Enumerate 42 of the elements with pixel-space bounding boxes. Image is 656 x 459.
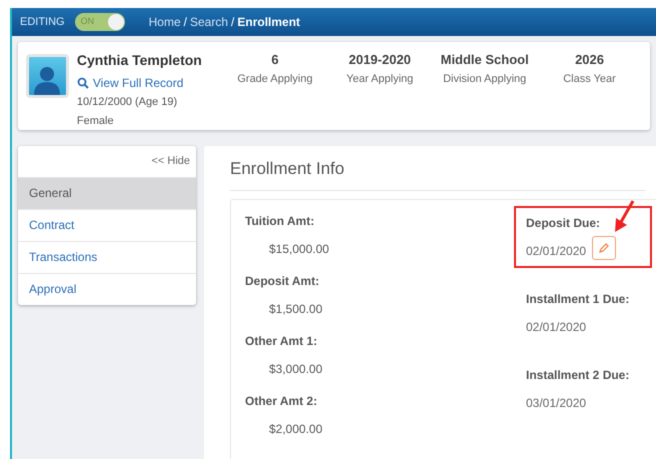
sidebar-item[interactable]: General bbox=[18, 176, 196, 208]
field-label: Tuition Amt: bbox=[245, 212, 316, 230]
field-label: Other Amt 1: bbox=[245, 332, 318, 350]
stat-label: Class Year bbox=[563, 72, 616, 86]
field-value: $1,500.00 bbox=[268, 300, 324, 318]
avatar-icon bbox=[26, 54, 69, 98]
search-icon bbox=[76, 77, 89, 89]
breadcrumb-current: Enrollment bbox=[237, 14, 300, 31]
view-record-link[interactable]: View Full Record bbox=[76, 74, 223, 92]
field-label: Deposit Due: bbox=[526, 214, 600, 232]
stat-value: 6 bbox=[271, 51, 279, 69]
sidebar-item[interactable]: Approval bbox=[18, 272, 196, 304]
mode-label: EDITING bbox=[20, 14, 65, 30]
stat-label: Division Applying bbox=[443, 72, 526, 86]
sidebar-item[interactable]: Contract bbox=[18, 208, 196, 240]
stat-label: Year Applying bbox=[346, 72, 414, 86]
field-label: Installment 2 Due: bbox=[526, 366, 630, 384]
field-label: Other Amt 2: bbox=[245, 392, 318, 410]
hide-link[interactable]: << Hide bbox=[145, 146, 196, 176]
field-label: Installment 1 Due: bbox=[526, 290, 630, 308]
field-value: 03/01/2020 bbox=[526, 394, 586, 412]
birth-date: 10/12/2000 (Age 19) bbox=[76, 95, 178, 110]
breadcrumb-link[interactable]: Search bbox=[190, 13, 228, 31]
stat-value: Middle School bbox=[440, 51, 529, 69]
field-value: $3,000.00 bbox=[268, 360, 324, 378]
section-title: Enrollment Info bbox=[230, 156, 646, 190]
stat-label: Grade Applying bbox=[237, 72, 313, 86]
edit-button[interactable] bbox=[592, 236, 616, 260]
student-name: Cynthia Templeton bbox=[76, 51, 203, 70]
field-value: 02/01/2020 bbox=[526, 318, 586, 336]
field-value: 02/01/2020 bbox=[526, 242, 586, 260]
field-value: $2,000.00 bbox=[268, 420, 324, 438]
stat-value: 2019-2020 bbox=[348, 51, 411, 69]
stat-value: 2026 bbox=[575, 51, 604, 69]
breadcrumb-separator: / bbox=[184, 14, 187, 31]
pencil-icon bbox=[598, 242, 610, 254]
field-value: $15,000.00 bbox=[268, 240, 330, 258]
gender: Female bbox=[76, 114, 115, 128]
breadcrumb-separator: / bbox=[231, 14, 234, 31]
breadcrumb-link[interactable]: Home bbox=[148, 13, 181, 31]
sidebar-item[interactable]: Transactions bbox=[18, 240, 196, 272]
field-label: Deposit Amt: bbox=[245, 272, 320, 290]
